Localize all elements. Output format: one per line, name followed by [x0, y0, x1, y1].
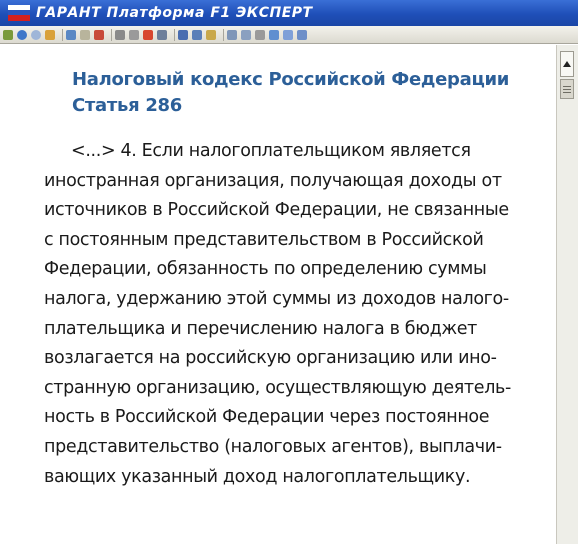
paragraph-line: представительство (налоговых агентов), в… [44, 436, 502, 457]
heart-icon [143, 29, 153, 40]
paragraph-line: ность в Российской Федерации через посто… [44, 407, 490, 428]
help-icon [297, 29, 307, 40]
export-word-button[interactable] [178, 29, 189, 41]
toolbar [0, 26, 578, 44]
thumb-grip-line [563, 92, 571, 93]
info-icon [269, 29, 279, 40]
forward-arrow-icon [31, 29, 41, 40]
paragraph-line: с постоянным представительством в Россий… [44, 229, 484, 250]
document-view: Налоговый кодекс Российской Федерации Ст… [0, 45, 556, 544]
info-button[interactable] [269, 29, 280, 41]
toolbar-separator [223, 28, 224, 41]
table-icon [241, 29, 251, 40]
attributes-button[interactable] [255, 29, 266, 41]
attributes-icon [255, 29, 265, 40]
filter-button[interactable] [80, 29, 91, 41]
forward-button[interactable] [31, 29, 42, 41]
scroll-thumb[interactable] [560, 79, 574, 99]
list-button[interactable] [227, 29, 238, 41]
title-bar[interactable]: ГАРАНТ Платформа F1 ЭКСПЕРТ [0, 0, 578, 26]
user-icon [283, 29, 293, 40]
paragraph-line: Федерации, обязанность по определению су… [44, 259, 487, 280]
user-button[interactable] [283, 29, 294, 41]
toolbar-separator [111, 28, 112, 41]
back-button[interactable] [17, 29, 28, 41]
search-icon [66, 29, 76, 40]
paragraph-line: плательщика и перечислению налога в бюдж… [44, 318, 478, 339]
home-icon [45, 29, 55, 40]
paragraph-line: иностранная организация, получающая дохо… [44, 170, 502, 191]
scroll-up-button[interactable] [560, 51, 574, 77]
bookmark-button[interactable] [94, 29, 105, 41]
article-paragraph: <...> 4. Если налогоплательщиком являетс… [44, 137, 544, 492]
mail-button[interactable] [206, 29, 217, 41]
paragraph-line: налога, удержанию этой суммы из доходов … [44, 288, 509, 309]
vertical-scrollbar[interactable] [556, 45, 578, 544]
menu-icon [3, 29, 13, 40]
paragraph-line: возлагается на российскую организацию ил… [44, 348, 497, 369]
close-doc-button[interactable] [129, 29, 140, 41]
save-button[interactable] [192, 29, 203, 41]
mail-icon [206, 29, 216, 40]
toolbar-separator [174, 28, 175, 41]
printer-icon [157, 29, 167, 40]
app-window: ГАРАНТ Платформа F1 ЭКСПЕРТ Налоговый ко… [0, 0, 578, 544]
favorites-button[interactable] [143, 29, 154, 41]
thumb-grip-line [563, 89, 571, 90]
paragraph-line: вающих указанный доход налогоплательщику… [44, 466, 471, 487]
bookmark-icon [94, 29, 104, 40]
table-button[interactable] [241, 29, 252, 41]
filter-icon [80, 29, 90, 40]
search-button[interactable] [66, 29, 77, 41]
help-button[interactable] [297, 29, 308, 41]
main-menu-button[interactable] [3, 29, 14, 41]
close-icon [129, 29, 139, 40]
article-number: Статья 286 [72, 95, 183, 116]
document-heading: Налоговый кодекс Российской Федерации Ст… [72, 67, 509, 119]
font-size-button[interactable] [115, 29, 126, 41]
list-icon [227, 29, 237, 40]
print-button[interactable] [157, 29, 168, 41]
home-button[interactable] [45, 29, 56, 41]
arrow-up-icon [563, 61, 571, 67]
paragraph-line: странную организацию, осуществляющую дея… [44, 377, 511, 398]
paragraph-line: источников в Российской Федерации, не св… [44, 200, 509, 221]
toolbar-separator [62, 28, 63, 41]
back-arrow-icon [17, 29, 27, 40]
font-icon [115, 29, 125, 40]
paragraph-line: <...> 4. Если налогоплательщиком являетс… [71, 141, 471, 161]
thumb-grip-line [563, 86, 571, 87]
word-icon [178, 29, 188, 40]
save-icon [192, 29, 202, 40]
window-title: ГАРАНТ Платформа F1 ЭКСПЕРТ [36, 5, 313, 21]
law-title: Налоговый кодекс Российской Федерации [72, 69, 510, 90]
garant-logo-icon [8, 5, 30, 21]
